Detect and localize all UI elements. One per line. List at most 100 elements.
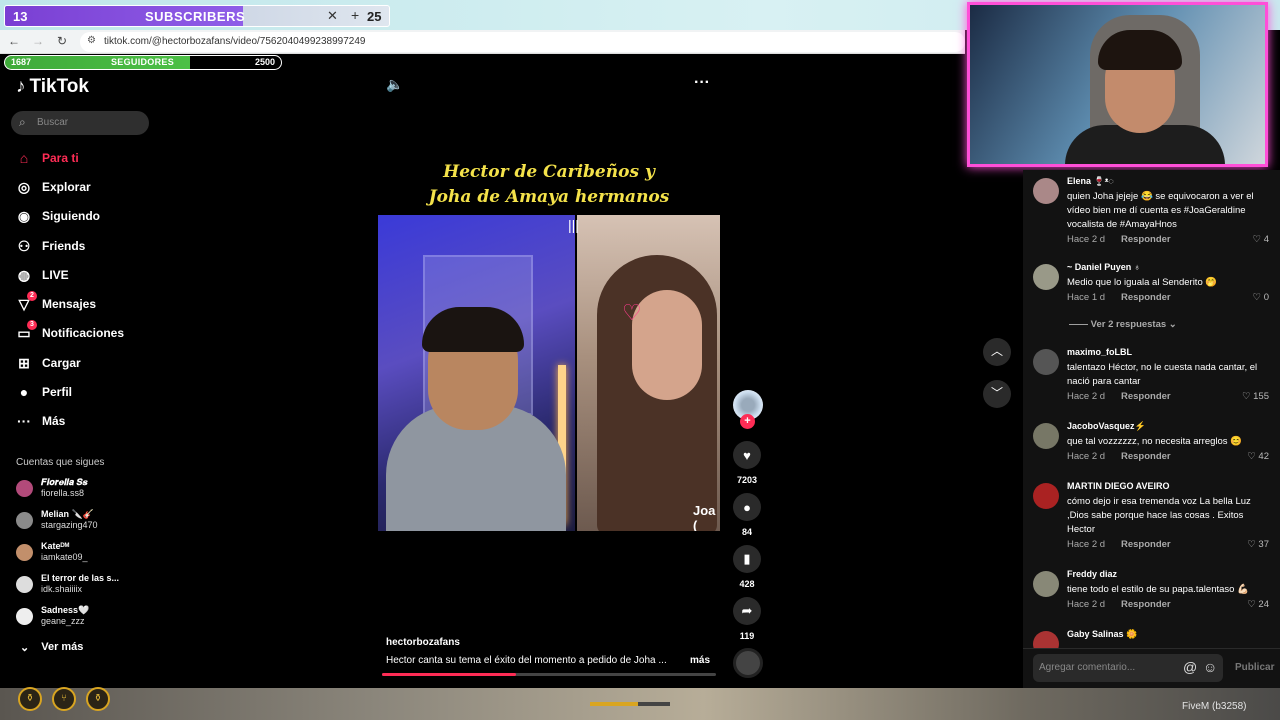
comment-time: Hace 1 d [1067,292,1106,303]
video-frame-left[interactable] [378,215,575,531]
comment-text: talentazo Héctor, no le cuesta nada cant… [1067,362,1258,387]
nav-mas[interactable]: ··· Más [16,410,65,432]
share-action[interactable]: ➦ 119 [733,597,761,641]
chevron-down-icon: ﹀ [990,386,1003,400]
video-progress-bar[interactable] [382,673,716,676]
comment-like-button[interactable]: ♡ 42 [1247,451,1269,462]
followed-account[interactable]: Melian 🔪🎸 stargazing470 [16,509,98,531]
comment-time: Hace 2 d [1067,391,1106,402]
avatar[interactable] [1033,264,1059,290]
comment-user[interactable]: Gaby Salinas 🌼 [1067,629,1137,640]
tab-close-icon[interactable]: ✕ [327,8,338,24]
nav-live[interactable]: ◍ LIVE [16,264,69,286]
back-icon[interactable]: ← [6,34,22,48]
reply-button[interactable]: Responder [1121,391,1171,402]
save-action[interactable]: ▮ 428 [733,545,761,589]
avatar[interactable] [1033,571,1059,597]
comment-input[interactable]: Agregar comentario... @ ☺ [1033,654,1223,682]
nav-notificaciones[interactable]: ▭ 3 Notificaciones [16,319,125,344]
comment-action[interactable]: ● 84 [733,493,761,537]
avatar [16,543,33,561]
comment-count: 84 [741,527,752,537]
nav-label: Cargar [42,356,81,370]
nav-siguiendo[interactable]: ◉ Siguiendo [16,205,100,227]
address-bar[interactable]: ⚙ tiktok.com/@hectorbozafans/video/75620… [80,32,965,52]
nav-para-ti[interactable]: ⌂ Para ti [16,147,79,169]
comment-item: MARTIN DIEGO AVEIRO cómo dejo ir esa tre… [1033,481,1273,557]
hud-water-icon: ⚱ [86,687,110,711]
see-more-accounts[interactable]: ⌄ Ver más [20,641,83,654]
comment-user[interactable]: Elena 🍷ᵜ◌ [1067,176,1114,187]
video-author[interactable]: hectorbozafans [386,637,460,648]
nav-friends[interactable]: ⚇ Friends [16,235,86,257]
tiktok-note-icon: ♪ [16,76,26,97]
new-tab-icon[interactable]: + [351,7,359,23]
reply-button[interactable]: Responder [1121,234,1171,245]
account-handle: geane_zzz [41,616,85,626]
nav-mensajes[interactable]: ▽ 2 Mensajes [16,290,97,315]
avatar [16,511,33,529]
followed-account[interactable]: Kateᴰᴹ iamkate09_ [16,541,88,563]
comment-user[interactable]: Freddy diaz [1067,569,1117,579]
view-replies-button[interactable]: —— Ver 2 respuestas ⌄ [1069,319,1177,330]
volume-icon[interactable]: 🔈 [386,76,403,93]
comment-time: Hace 2 d [1067,234,1106,245]
reply-button[interactable]: Responder [1121,292,1171,303]
avatar[interactable] [1033,423,1059,449]
followed-account[interactable]: El terror de las s... idk.shaiiiix [16,573,119,595]
follow-plus-icon[interactable]: + [740,414,755,429]
nav-explorar[interactable]: ◎ Explorar [16,176,91,198]
hud-fuel-fill [590,702,638,706]
share-icon: ➦ [733,597,761,625]
nav-label: Notificaciones [42,326,125,340]
video-title-line-1: Hector de Caribeños y [443,162,655,182]
emoji-icon[interactable]: ☺ [1203,659,1217,675]
tiktok-logo[interactable]: ♪ TikTok [16,76,89,98]
more-options-icon[interactable]: ··· [694,74,710,92]
search-input[interactable]: ⌕ Buscar [11,111,149,135]
video-description: Hector canta su tema el éxito del moment… [386,655,667,666]
comment-user[interactable]: JacoboVasquez⚡ [1067,421,1146,432]
comment-user[interactable]: ~ Daniel Puyen ♁ [1067,262,1141,272]
nav-cargar[interactable]: ⊞ Cargar [16,352,81,374]
next-video-button[interactable]: ﹀ [983,380,1011,408]
search-icon: ⌕ [19,115,26,129]
forward-icon[interactable]: → [30,34,46,48]
reply-button[interactable]: Responder [1121,599,1171,610]
person-face [632,290,702,400]
site-info-icon[interactable]: ⚙ [87,35,96,46]
reload-icon[interactable]: ↻ [54,34,70,48]
video-frame-right[interactable]: ♡ Joa ( [577,215,720,531]
avatar[interactable] [1033,178,1059,204]
reply-button[interactable]: Responder [1121,539,1171,550]
avatar[interactable] [1033,483,1059,509]
description-more-link[interactable]: más [690,655,710,666]
comment-user[interactable]: MARTIN DIEGO AVEIRO [1067,481,1170,491]
music-disc-icon[interactable] [733,648,763,678]
avatar[interactable] [1033,631,1059,648]
comment-like-button[interactable]: ♡ 24 [1247,599,1269,610]
nav-perfil[interactable]: ● Perfil [16,381,72,403]
previous-video-button[interactable]: ︿ [983,338,1011,366]
account-handle: stargazing470 [41,520,98,530]
publish-button[interactable]: Publicar [1235,662,1274,673]
comment-like-button[interactable]: ♡ 37 [1247,539,1269,550]
mention-icon[interactable]: @ [1183,659,1197,675]
duet-name-label: Joa ( [693,503,716,531]
like-action[interactable]: ♥ 7203 [733,441,761,485]
comment-like-button[interactable]: ♡ 4 [1253,234,1269,245]
fivem-version-label: FiveM (b3258) [1182,701,1247,712]
followed-account[interactable]: Sadness🤍 geane_zzz [16,605,89,627]
comment-like-button[interactable]: ♡ 0 [1253,292,1269,303]
hud-fuel-bar [590,702,670,706]
comments-panel: Elena 🍷ᵜ◌ quien Joha jejeje 😂 se equivoc… [1023,170,1280,648]
account-name: Sadness🤍 [41,605,90,615]
comment-user[interactable]: maximo_foLBL [1067,347,1132,357]
comment-like-button[interactable]: ♡ 155 [1242,391,1269,402]
nav-label: Mensajes [42,297,97,311]
followed-account[interactable]: 𝑭𝒊𝒐𝒓𝒆𝒍𝒍𝒂 𝑺𝒔 fiorella.ss8 [16,477,88,499]
avatar[interactable] [1033,349,1059,375]
reply-button[interactable]: Responder [1121,451,1171,462]
account-handle: fiorella.ss8 [41,488,85,498]
comment-like-count: 155 [1253,391,1269,402]
